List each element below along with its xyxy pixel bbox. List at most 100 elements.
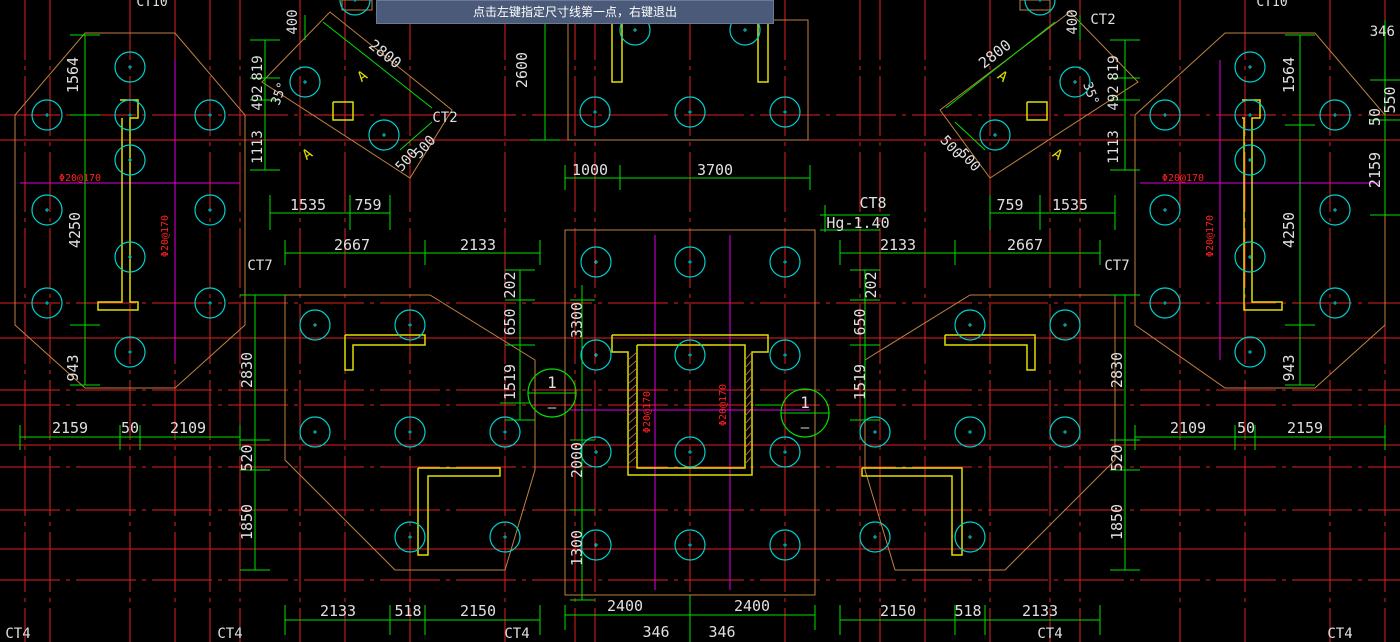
text-labels: CT8 Hg-1.40 CT7 CT7 CT2 CT2 CT10 CT10 CT4 CT4 CT4 C… — [5, 0, 1399, 642]
label-section-a3: A — [994, 68, 1011, 86]
dimension-line — [945, 21, 1056, 109]
dim-650-left: 650 — [501, 308, 519, 335]
dim-2000: 2000 — [568, 442, 586, 478]
wall-hatch — [627, 423, 638, 433]
label-ct4-b: CT4 — [217, 626, 242, 642]
dim-1519-left: 1519 — [501, 364, 519, 400]
wall-hatch — [744, 447, 753, 457]
label-ct7-left: CT7 — [247, 258, 272, 274]
piles — [31, 0, 1351, 561]
dim-550-right-vertical: 550 — [1381, 86, 1399, 113]
label-section-2-num: 1 — [800, 393, 810, 412]
dim-2830-left: 2830 — [238, 352, 256, 388]
label-ct10-right: CT10 — [1256, 0, 1287, 10]
dim-4250-left: 4250 — [66, 212, 84, 248]
dim-1850-right: 1850 — [1108, 504, 1126, 540]
dim-346-right: 346 — [708, 623, 735, 641]
wall-hatch — [627, 407, 638, 417]
dim-50-left: 50 — [121, 419, 139, 437]
wall-hatch — [744, 415, 753, 425]
dim-400-tl: 400 — [285, 9, 301, 34]
dim-2600: 2600 — [513, 52, 531, 88]
pile-cap-right-hexagon — [1134, 32, 1386, 389]
dim-819-right: 819 — [1106, 55, 1122, 80]
wall-hatch — [627, 439, 638, 449]
dim-2150-bottom-right: 2150 — [880, 602, 916, 620]
dim-650-right: 650 — [851, 308, 869, 335]
dim-1564-right: 1564 — [1280, 57, 1298, 93]
label-edge-346: 346 — [1370, 24, 1395, 40]
axis-lines — [0, 0, 1400, 642]
dim-759-right: 759 — [996, 196, 1023, 214]
wall-hatch — [627, 447, 638, 457]
dim-759-left: 759 — [354, 196, 381, 214]
label-ct8: CT8 — [859, 194, 886, 212]
dim-2400-left: 2400 — [607, 597, 643, 615]
wall-hatch — [744, 375, 753, 385]
dim-2133-bottom-right: 2133 — [1022, 602, 1058, 620]
dim-1113-left: 1113 — [250, 130, 266, 164]
label-hg: Hg-1.40 — [826, 214, 889, 232]
dim-2400-right: 2400 — [734, 597, 770, 615]
dim-50-right: 50 — [1237, 419, 1255, 437]
label-section-a2: A — [300, 145, 317, 163]
label-rebar-v-right: Φ20@170 — [1205, 215, 1216, 257]
dim-346-left: 346 — [642, 623, 669, 641]
dim-2159-left: 2159 — [52, 419, 88, 437]
label-section-2-dash: – — [801, 420, 810, 436]
label-rebar-h-right: Φ20@170 — [1162, 173, 1204, 184]
wall-hatch — [627, 359, 638, 369]
dim-1300: 1300 — [568, 530, 586, 566]
dim-492-left: 492 — [250, 85, 266, 110]
dim-2159-right: 2159 — [1287, 419, 1323, 437]
dim-4250-right: 4250 — [1280, 212, 1298, 248]
label-ct4-d: CT4 — [1037, 626, 1062, 642]
dim-2109-right: 2109 — [1170, 419, 1206, 437]
pile-cap-top-center — [567, 19, 809, 141]
label-ct4-e: CT4 — [1327, 626, 1352, 642]
wall-left-hexagon — [97, 99, 139, 311]
dim-3300: 3300 — [568, 302, 586, 338]
wall-hatch — [744, 351, 753, 361]
label-ct2-left: CT2 — [432, 110, 457, 126]
wall-hatch — [744, 423, 753, 433]
dim-2133-right: 2133 — [880, 236, 916, 254]
label-angle-right: 35° — [1079, 80, 1101, 107]
wall-hatch — [627, 351, 638, 361]
wall-hatch — [627, 375, 638, 385]
dim-2800-right: 2800 — [975, 36, 1015, 72]
wall-hatch — [627, 455, 638, 465]
dim-819-left: 819 — [250, 55, 266, 80]
dim-520-left: 520 — [238, 444, 256, 471]
dim-1535-left: 1535 — [290, 196, 326, 214]
dim-2133-left: 2133 — [460, 236, 496, 254]
dim-2133-bottom-left: 2133 — [320, 602, 356, 620]
wall-hatch — [744, 407, 753, 417]
dim-2109-left: 2109 — [170, 419, 206, 437]
label-ct10-left: CT10 — [136, 0, 167, 10]
label-ct7-right: CT7 — [1104, 258, 1129, 274]
wall-hatch — [744, 431, 753, 441]
dim-518-bottom-right: 518 — [954, 602, 981, 620]
wall-right-hexagon — [1242, 99, 1283, 311]
cad-drawing-canvas[interactable]: CT8 Hg-1.40 CT7 CT7 CT2 CT2 CT10 CT10 CT4 CT4 CT4 C… — [0, 0, 1400, 642]
label-section-1-dash: – — [548, 400, 557, 416]
dim-2159-right-vertical: 2159 — [1366, 152, 1384, 188]
dim-400-tr: 400 — [1065, 9, 1081, 34]
label-ct2-top-right: CT2 — [1090, 12, 1115, 28]
wall-hatch — [744, 439, 753, 449]
wall-hatch — [744, 399, 753, 409]
dimension-lines — [19, 15, 1400, 642]
dim-2830-right: 2830 — [1108, 352, 1126, 388]
dim-2150-bottom-left: 2150 — [460, 602, 496, 620]
wall-hatch — [744, 383, 753, 393]
wall-hatch — [744, 391, 753, 401]
dim-202-left: 202 — [501, 271, 519, 298]
label-rebar-v-left: Φ20@170 — [160, 215, 171, 257]
dim-518-bottom-left: 518 — [394, 602, 421, 620]
wall-hatch — [627, 399, 638, 409]
dim-1000: 1000 — [572, 161, 608, 179]
dim-202-right: 202 — [862, 271, 880, 298]
dim-1113-right: 1113 — [1106, 130, 1122, 164]
label-ct4-a: CT4 — [5, 626, 30, 642]
